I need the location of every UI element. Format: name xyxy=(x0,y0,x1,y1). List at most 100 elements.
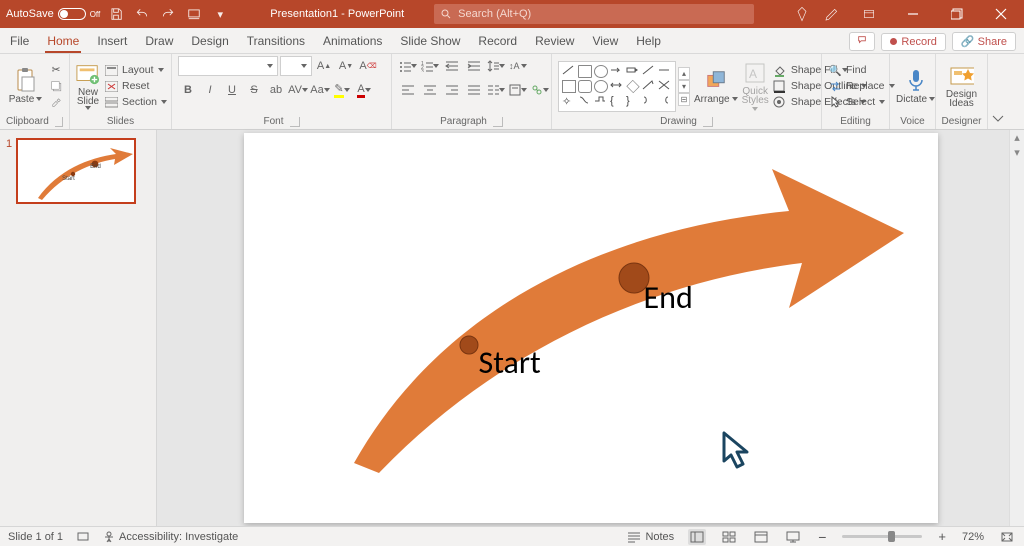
slide-thumbnails-panel[interactable]: 1 Start End xyxy=(0,130,157,526)
design-ideas-button[interactable]: Design Ideas xyxy=(942,64,981,108)
increase-indent-button[interactable] xyxy=(464,56,484,76)
paragraph-dialog-launcher[interactable] xyxy=(493,117,503,127)
fit-to-window-button[interactable] xyxy=(998,529,1016,545)
drawing-dialog-launcher[interactable] xyxy=(703,117,713,127)
tab-design[interactable]: Design xyxy=(189,30,230,53)
tab-record[interactable]: Record xyxy=(476,30,519,53)
font-color-button[interactable]: A xyxy=(354,80,374,100)
shadow-button[interactable]: ab xyxy=(266,80,286,100)
cut-button[interactable]: ✂ xyxy=(49,63,63,77)
autosave-switch[interactable] xyxy=(58,8,86,20)
line-spacing-button[interactable] xyxy=(486,56,506,76)
sorter-view-button[interactable] xyxy=(720,529,738,545)
clear-formatting-button[interactable]: A⌫ xyxy=(358,56,378,76)
autosave-toggle[interactable]: AutoSave Off xyxy=(6,8,100,20)
decrease-font-button[interactable]: A▼ xyxy=(336,56,356,76)
vertical-scrollbar[interactable]: ▴ ▾ xyxy=(1009,130,1024,526)
slide-canvas[interactable]: Start End xyxy=(244,133,938,523)
ribbon-display-icon[interactable] xyxy=(852,0,886,28)
layout-button[interactable]: Layout xyxy=(104,63,167,77)
clipboard-dialog-launcher[interactable] xyxy=(55,117,63,127)
char-spacing-button[interactable]: AV xyxy=(288,80,308,100)
zoom-slider[interactable] xyxy=(842,535,922,538)
slide-indicator[interactable]: Slide 1 of 1 xyxy=(8,531,63,543)
close-button[interactable] xyxy=(984,0,1018,28)
notes-button[interactable]: Notes xyxy=(627,531,674,543)
decrease-indent-button[interactable] xyxy=(442,56,462,76)
quick-styles-button[interactable]: A Quick Styles xyxy=(742,61,769,111)
save-icon[interactable] xyxy=(106,4,126,24)
scroll-up-button[interactable]: ▴ xyxy=(1010,130,1024,145)
slideshow-view-button[interactable] xyxy=(784,529,802,545)
select-button[interactable]: Select xyxy=(828,95,895,109)
strike-button[interactable]: S xyxy=(244,80,264,100)
section-button[interactable]: Section xyxy=(104,95,167,109)
text-direction-button[interactable]: ↕A xyxy=(508,56,528,76)
slide-thumbnail-1[interactable]: Start End xyxy=(16,138,136,204)
search-box[interactable]: Search (Alt+Q) xyxy=(434,4,754,24)
font-size-combo[interactable] xyxy=(280,56,312,76)
shapes-gallery-scroll[interactable]: ▴▾⊟ xyxy=(678,67,690,106)
tab-draw[interactable]: Draw xyxy=(143,30,175,53)
comments-button[interactable] xyxy=(849,32,875,51)
smartart-button[interactable] xyxy=(530,80,550,100)
undo-icon[interactable] xyxy=(132,4,152,24)
align-right-button[interactable] xyxy=(442,80,462,100)
reading-view-button[interactable] xyxy=(752,529,770,545)
bold-button[interactable]: B xyxy=(178,80,198,100)
find-button[interactable]: 🔍Find xyxy=(828,63,895,77)
increase-font-button[interactable]: A▲ xyxy=(314,56,334,76)
font-dialog-launcher[interactable] xyxy=(290,117,300,127)
format-painter-button[interactable] xyxy=(49,95,63,109)
tab-slideshow[interactable]: Slide Show xyxy=(398,30,462,53)
accessibility-status[interactable]: Accessibility: Investigate xyxy=(103,531,238,543)
zoom-in-button[interactable]: + xyxy=(936,529,948,544)
arrange-button[interactable]: Arrange xyxy=(694,68,738,105)
paste-button[interactable]: Paste xyxy=(6,68,45,105)
slide-editor[interactable]: Start End ▴ ▾ xyxy=(157,130,1024,526)
zoom-level[interactable]: 72% xyxy=(962,531,984,543)
tab-review[interactable]: Review xyxy=(533,30,576,53)
tab-view[interactable]: View xyxy=(590,30,620,53)
shapes-gallery[interactable]: ✧ { } xyxy=(558,61,676,112)
italic-button[interactable]: I xyxy=(200,80,220,100)
tab-animations[interactable]: Animations xyxy=(321,30,384,53)
tab-help[interactable]: Help xyxy=(634,30,663,53)
font-name-combo[interactable] xyxy=(178,56,278,76)
paintbrush-icon xyxy=(49,95,63,109)
align-left-button[interactable] xyxy=(398,80,418,100)
tab-insert[interactable]: Insert xyxy=(95,30,129,53)
collapse-ribbon-button[interactable] xyxy=(988,54,1008,129)
zoom-out-button[interactable]: − xyxy=(816,529,828,545)
underline-button[interactable]: U xyxy=(222,80,242,100)
tab-transitions[interactable]: Transitions xyxy=(245,30,307,53)
normal-view-button[interactable] xyxy=(688,529,706,545)
scroll-down-button[interactable]: ▾ xyxy=(1010,145,1024,160)
pen-icon[interactable] xyxy=(822,4,842,24)
language-indicator[interactable] xyxy=(77,530,89,543)
new-slide-button[interactable]: New Slide xyxy=(76,62,100,110)
tab-home[interactable]: Home xyxy=(45,30,81,53)
minimize-button[interactable] xyxy=(896,0,930,28)
record-button[interactable]: Record xyxy=(881,33,945,51)
highlight-button[interactable]: ✎ xyxy=(332,80,352,100)
autosave-label: AutoSave xyxy=(6,8,54,20)
qat-customize-icon[interactable]: ▾ xyxy=(210,4,230,24)
dictate-button[interactable]: Dictate xyxy=(896,68,935,105)
align-center-button[interactable] xyxy=(420,80,440,100)
justify-button[interactable] xyxy=(464,80,484,100)
start-from-beginning-icon[interactable] xyxy=(184,4,204,24)
maximize-button[interactable] xyxy=(940,0,974,28)
bullets-button[interactable] xyxy=(398,56,418,76)
reset-button[interactable]: Reset xyxy=(104,79,167,93)
columns-button[interactable] xyxy=(486,80,506,100)
numbering-button[interactable]: 123 xyxy=(420,56,440,76)
tab-file[interactable]: File xyxy=(8,30,31,53)
align-text-button[interactable] xyxy=(508,80,528,100)
copy-button[interactable] xyxy=(49,79,63,93)
diamond-icon[interactable] xyxy=(792,4,812,24)
change-case-button[interactable]: Aa xyxy=(310,80,330,100)
replace-button[interactable]: Replace xyxy=(828,79,895,93)
share-button[interactable]: 🔗 Share xyxy=(952,32,1016,51)
redo-icon[interactable] xyxy=(158,4,178,24)
